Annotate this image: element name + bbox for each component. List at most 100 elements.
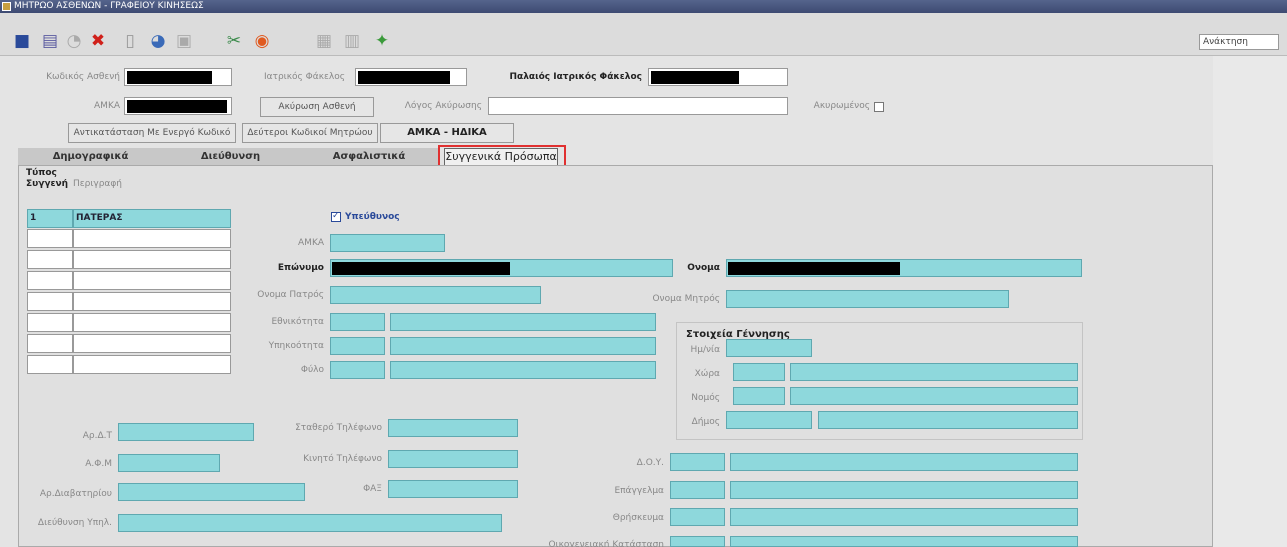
father-name-label: Ονομα Πατρός — [257, 290, 324, 300]
relative-desc-cell[interactable] — [73, 313, 231, 332]
relative-type-cell[interactable] — [27, 292, 73, 311]
search-icon[interactable]: ◔ — [62, 29, 86, 53]
relative-desc-cell[interactable] — [73, 355, 231, 374]
secondary-codes-button[interactable]: Δεύτεροι Κωδικοί Μητρώου — [242, 123, 378, 143]
sex-label: Φύλο — [300, 365, 324, 375]
replace-with-active-code-button[interactable]: Αντικατάσταση Με Ενεργό Κωδικό — [68, 123, 236, 143]
help-icon[interactable]: ◕ — [146, 29, 170, 53]
amka-ida-button[interactable]: ΑΜΚΑ - ΗΔΙΚΑ — [380, 123, 514, 143]
relative-type-cell[interactable] — [27, 250, 73, 269]
sex-field[interactable] — [390, 361, 656, 379]
cancel-patient-button[interactable]: Ακύρωση Ασθενή — [260, 97, 374, 117]
municipality-label: Δήμος — [691, 417, 720, 427]
prefecture-code-field[interactable] — [733, 387, 785, 405]
passport-label: Αρ.Διαβατηρίου — [39, 489, 112, 499]
religion-field[interactable] — [730, 508, 1078, 526]
nationality-code-field[interactable] — [330, 313, 385, 331]
religion-label: Θρήσκευμα — [612, 513, 664, 523]
cancelled-checkbox[interactable] — [874, 102, 884, 112]
print-preview-icon[interactable]: ▣ — [172, 29, 196, 53]
cancel-reason-field[interactable] — [488, 97, 788, 115]
relative-desc-cell[interactable] — [73, 250, 231, 269]
prefecture-field[interactable] — [790, 387, 1078, 405]
relative-type-cell[interactable] — [27, 334, 73, 353]
relative-desc-cell[interactable] — [73, 229, 231, 248]
mother-name-label: Ονομα Μητρός — [652, 294, 720, 304]
municipality-code-field[interactable] — [726, 411, 812, 429]
window-title: ΜΗΤΡΩΟ ΑΣΘΕΝΩΝ - ΓΡΑΦΕΙΟΥ ΚΙΝΗΣΕΩΣ — [14, 1, 204, 11]
family-status-label: Οικογενειακή Κατάσταση — [548, 540, 664, 547]
cancelled-label: Ακυρωμένος — [813, 101, 870, 111]
citizenship-field[interactable] — [390, 337, 656, 355]
delete-icon[interactable]: ✖ — [86, 29, 110, 53]
tab-insurance[interactable]: Ασφαλιστικά — [298, 148, 440, 166]
mother-name-field[interactable] — [726, 290, 1009, 308]
toolbar: ■ ▤ ◔ ✖ ▯ ◕ ▣ ✂ ◉ ▦ ▥ ✦ — [0, 13, 1287, 56]
profession-label: Επάγγελμα — [614, 486, 664, 496]
citizenship-label: Υπηκοότητα — [268, 341, 324, 351]
landline-label: Σταθερό Τηλέφωνο — [295, 423, 382, 433]
municipality-field[interactable] — [818, 411, 1078, 429]
relative-type-cell[interactable] — [27, 229, 73, 248]
father-name-field[interactable] — [330, 286, 541, 304]
col-relative-type: Τύπος Συγγενή — [26, 168, 69, 189]
profession-field[interactable] — [730, 481, 1078, 499]
relative-amka-label: ΑΜΚΑ — [298, 238, 324, 248]
cancel-reason-label: Λόγος Ακύρωσης — [404, 101, 482, 111]
sex-code-field[interactable] — [330, 361, 385, 379]
name-label: Ονομα — [687, 263, 720, 273]
new-record-icon[interactable]: ▯ — [118, 29, 142, 53]
relative-desc-cell[interactable]: ΠΑΤΕΡΑΣ — [73, 209, 231, 228]
birth-date-field[interactable] — [726, 339, 812, 357]
landline-field[interactable] — [388, 419, 518, 437]
country-field[interactable] — [790, 363, 1078, 381]
doy-field[interactable] — [730, 453, 1078, 471]
right-strip — [1213, 56, 1287, 547]
relative-type-cell[interactable] — [27, 355, 73, 374]
relative-type-cell[interactable]: 1 — [27, 209, 73, 228]
print-icon[interactable]: ▤ — [38, 29, 62, 53]
afm-field[interactable] — [118, 454, 220, 472]
redacted-block — [127, 71, 212, 84]
redacted-block — [651, 71, 739, 84]
profession-code-field[interactable] — [670, 481, 725, 499]
relative-desc-cell[interactable] — [73, 292, 231, 311]
citizenship-code-field[interactable] — [330, 337, 385, 355]
list-icon[interactable]: ▥ — [340, 29, 364, 53]
relative-type-cell[interactable] — [27, 313, 73, 332]
family-status-field[interactable] — [730, 536, 1078, 547]
nationality-field[interactable] — [390, 313, 656, 331]
grid-icon[interactable]: ▦ — [312, 29, 336, 53]
id-number-field[interactable] — [118, 423, 254, 441]
fax-field[interactable] — [388, 480, 518, 498]
passport-field[interactable] — [118, 483, 305, 501]
id-number-label: Αρ.Δ.Τ — [82, 431, 112, 441]
stop-icon[interactable]: ◉ — [250, 29, 274, 53]
relative-amka-field[interactable] — [330, 234, 445, 252]
mobile-label: Κινητό Τηλέφωνο — [303, 454, 382, 464]
relative-desc-cell[interactable] — [73, 271, 231, 290]
email-field[interactable] — [118, 514, 502, 532]
window-title-bar: ΜΗΤΡΩΟ ΑΣΘΕΝΩΝ - ΓΡΑΦΕΙΟΥ ΚΙΝΗΣΕΩΣ — [0, 0, 1287, 13]
relative-desc-cell[interactable] — [73, 334, 231, 353]
retrieval-field[interactable]: Ανάκτηση — [1199, 34, 1279, 50]
tab-relatives[interactable]: Συγγενικά Πρόσωπα — [444, 148, 558, 166]
mobile-field[interactable] — [388, 450, 518, 468]
cut-icon[interactable]: ✂ — [222, 29, 246, 53]
religion-code-field[interactable] — [670, 508, 725, 526]
medical-folder-label: Ιατρικός Φάκελος — [263, 72, 345, 82]
family-status-code-field[interactable] — [670, 536, 725, 547]
redacted-block — [332, 262, 510, 275]
patient-code-label: Κωδικός Ασθενή — [46, 72, 120, 82]
fax-label: ΦΑΞ — [363, 484, 382, 494]
wizard-icon[interactable]: ✦ — [370, 29, 394, 53]
tab-demographics[interactable]: Δημογραφικά — [18, 148, 163, 166]
save-icon[interactable]: ■ — [10, 29, 34, 53]
redacted-block — [358, 71, 450, 84]
country-code-field[interactable] — [733, 363, 785, 381]
doy-label: Δ.Ο.Υ. — [636, 458, 664, 468]
doy-code-field[interactable] — [670, 453, 725, 471]
redacted-block — [127, 100, 227, 113]
relative-type-cell[interactable] — [27, 271, 73, 290]
tab-address[interactable]: Διεύθυνση — [163, 148, 298, 166]
